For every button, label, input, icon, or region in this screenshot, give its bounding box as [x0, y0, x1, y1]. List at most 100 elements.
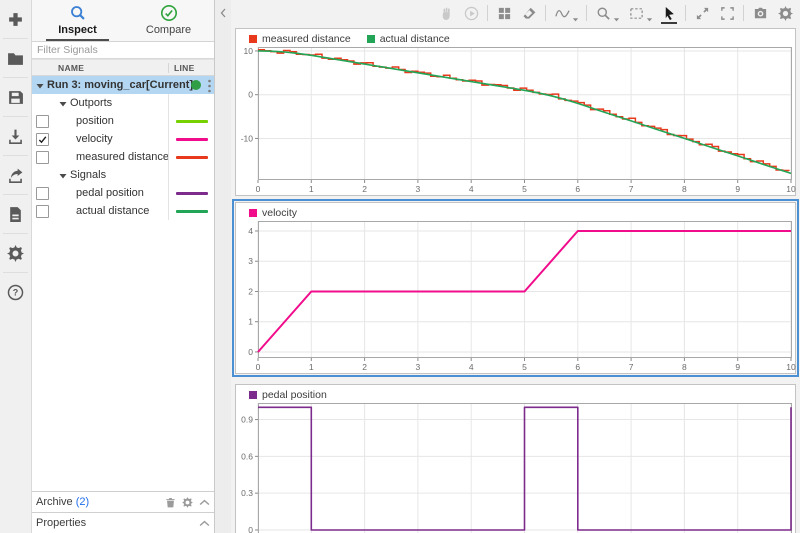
signal-checkbox[interactable]	[36, 133, 49, 146]
expand-icon	[695, 6, 710, 21]
signal-row-measured-distance[interactable]: measured distance	[32, 148, 214, 166]
signal-row-pedal-position[interactable]: pedal position	[32, 184, 214, 202]
signal-line-swatch[interactable]	[176, 156, 208, 159]
plot-card-velocity[interactable]: velocity01234012345678910	[235, 202, 796, 374]
legend-item-measured-distance[interactable]: measured distance	[249, 33, 351, 45]
svg-text:3: 3	[416, 184, 421, 194]
plot-legend: pedal position	[236, 385, 795, 403]
signal-line-swatch[interactable]	[176, 120, 208, 123]
signal-line-swatch[interactable]	[176, 138, 208, 141]
settings-gear-button[interactable]	[776, 4, 794, 22]
folder-open-button[interactable]	[0, 39, 31, 77]
plot-canvas-actual-distance[interactable]: 100-10012345678910	[236, 47, 798, 195]
zoom-button[interactable]	[594, 4, 612, 22]
toolbar-group	[627, 4, 653, 22]
plot-canvas-velocity[interactable]: 01234012345678910	[236, 221, 798, 373]
hand-icon	[439, 6, 454, 21]
signal-label: velocity	[49, 133, 113, 145]
signal-line-swatch[interactable]	[176, 210, 208, 213]
toolbar-divider	[545, 5, 546, 21]
plot-canvas-pedal-position[interactable]: 00.30.60.9012345678910	[236, 403, 798, 533]
archive-collapse-icon[interactable]	[199, 497, 210, 508]
layout-grid-button[interactable]	[495, 4, 513, 22]
tab-compare[interactable]: Compare	[123, 0, 214, 41]
archive-bar[interactable]: Archive (2)	[32, 491, 214, 512]
plot-toolbar	[231, 0, 800, 26]
signal-checkbox[interactable]	[36, 115, 49, 128]
filter-signals-input[interactable]	[32, 42, 214, 59]
properties-bar[interactable]: Properties	[32, 512, 214, 533]
signal-line-swatch[interactable]	[176, 192, 208, 195]
plot-legend: velocity	[236, 203, 795, 221]
legend-label: measured distance	[262, 33, 351, 45]
signal-checkbox[interactable]	[36, 205, 49, 218]
dropdown-caret-icon[interactable]	[572, 10, 579, 17]
row-content: measured distance	[32, 148, 168, 166]
fullscreen-button[interactable]	[718, 4, 736, 22]
svg-text:2: 2	[362, 362, 367, 372]
properties-collapse-icon[interactable]	[199, 518, 210, 529]
toolbar-group	[693, 4, 711, 22]
add-button[interactable]	[0, 0, 31, 38]
legend-item-pedal-position[interactable]: pedal position	[249, 389, 327, 401]
eraser-button[interactable]	[520, 4, 538, 22]
filter-row	[32, 42, 214, 60]
row-content: pedal position	[32, 184, 168, 202]
signal-label: measured distance	[49, 151, 169, 163]
svg-text:0: 0	[248, 90, 253, 100]
save-button[interactable]	[0, 78, 31, 116]
signal-row-position[interactable]: position	[32, 112, 214, 130]
trash-icon[interactable]	[165, 497, 176, 508]
svg-text:6: 6	[575, 184, 580, 194]
run-menu-icon[interactable]	[207, 79, 212, 92]
expand-button[interactable]	[693, 4, 711, 22]
group-row-outports[interactable]: Outports	[32, 94, 214, 112]
signal-row-velocity[interactable]: velocity	[32, 130, 214, 148]
plot-card-actual-distance[interactable]: measured distance actual distance 100-1001…	[235, 28, 796, 196]
row-content: Run 3: moving_car[Current]	[32, 76, 214, 94]
collapse-panel-icon[interactable]	[220, 5, 226, 15]
settings-gear-button[interactable]	[0, 234, 31, 272]
line-cell	[168, 166, 214, 184]
signal-label: pedal position	[49, 187, 144, 199]
export-button[interactable]	[0, 156, 31, 194]
cursor-button[interactable]	[660, 4, 678, 22]
archive-settings-icon[interactable]	[182, 497, 193, 508]
signal-checkbox[interactable]	[36, 187, 49, 200]
run-row[interactable]: Run 3: moving_car[Current]	[32, 76, 214, 94]
panel-splitter[interactable]	[215, 0, 231, 533]
plot-card-pedal-position[interactable]: pedal position00.30.60.9012345678910	[235, 384, 796, 533]
dropdown-caret-icon[interactable]	[613, 10, 620, 17]
fit-view-button[interactable]	[627, 4, 645, 22]
collapse-triangle-icon[interactable]	[36, 81, 44, 89]
svg-text:7: 7	[629, 362, 634, 372]
row-content: Signals	[32, 166, 168, 184]
toolbar-group	[437, 4, 455, 22]
group-row-signals[interactable]: Signals	[32, 166, 214, 184]
signal-checkbox[interactable]	[36, 151, 49, 164]
tab-inspect[interactable]: Inspect	[32, 0, 123, 41]
signal-row-actual-distance[interactable]: actual distance	[32, 202, 214, 220]
line-cell	[168, 184, 214, 202]
legend-item-velocity[interactable]: velocity	[249, 207, 297, 219]
help-button[interactable]: ?	[0, 273, 31, 311]
line-cell	[168, 202, 214, 220]
svg-text:1: 1	[248, 317, 253, 327]
series-pedal-position[interactable]	[258, 407, 791, 530]
svg-text:0.9: 0.9	[241, 415, 253, 425]
collapse-triangle-icon[interactable]	[59, 99, 67, 107]
dropdown-caret-icon[interactable]	[646, 10, 653, 17]
report-button[interactable]	[0, 195, 31, 233]
settings-gear-icon	[7, 245, 24, 262]
camera-button[interactable]	[751, 4, 769, 22]
plot-cards: measured distance actual distance 100-1001…	[231, 26, 800, 533]
legend-item-actual-distance[interactable]: actual distance	[367, 33, 450, 45]
line-cell	[168, 112, 214, 130]
checkmark-icon	[38, 135, 47, 144]
import-button[interactable]	[0, 117, 31, 155]
collapse-triangle-icon[interactable]	[59, 171, 67, 179]
series-measured-distance[interactable]	[258, 50, 789, 171]
svg-text:4: 4	[248, 226, 253, 236]
signal-wave-button[interactable]	[553, 4, 571, 22]
svg-text:0.6: 0.6	[241, 451, 253, 461]
